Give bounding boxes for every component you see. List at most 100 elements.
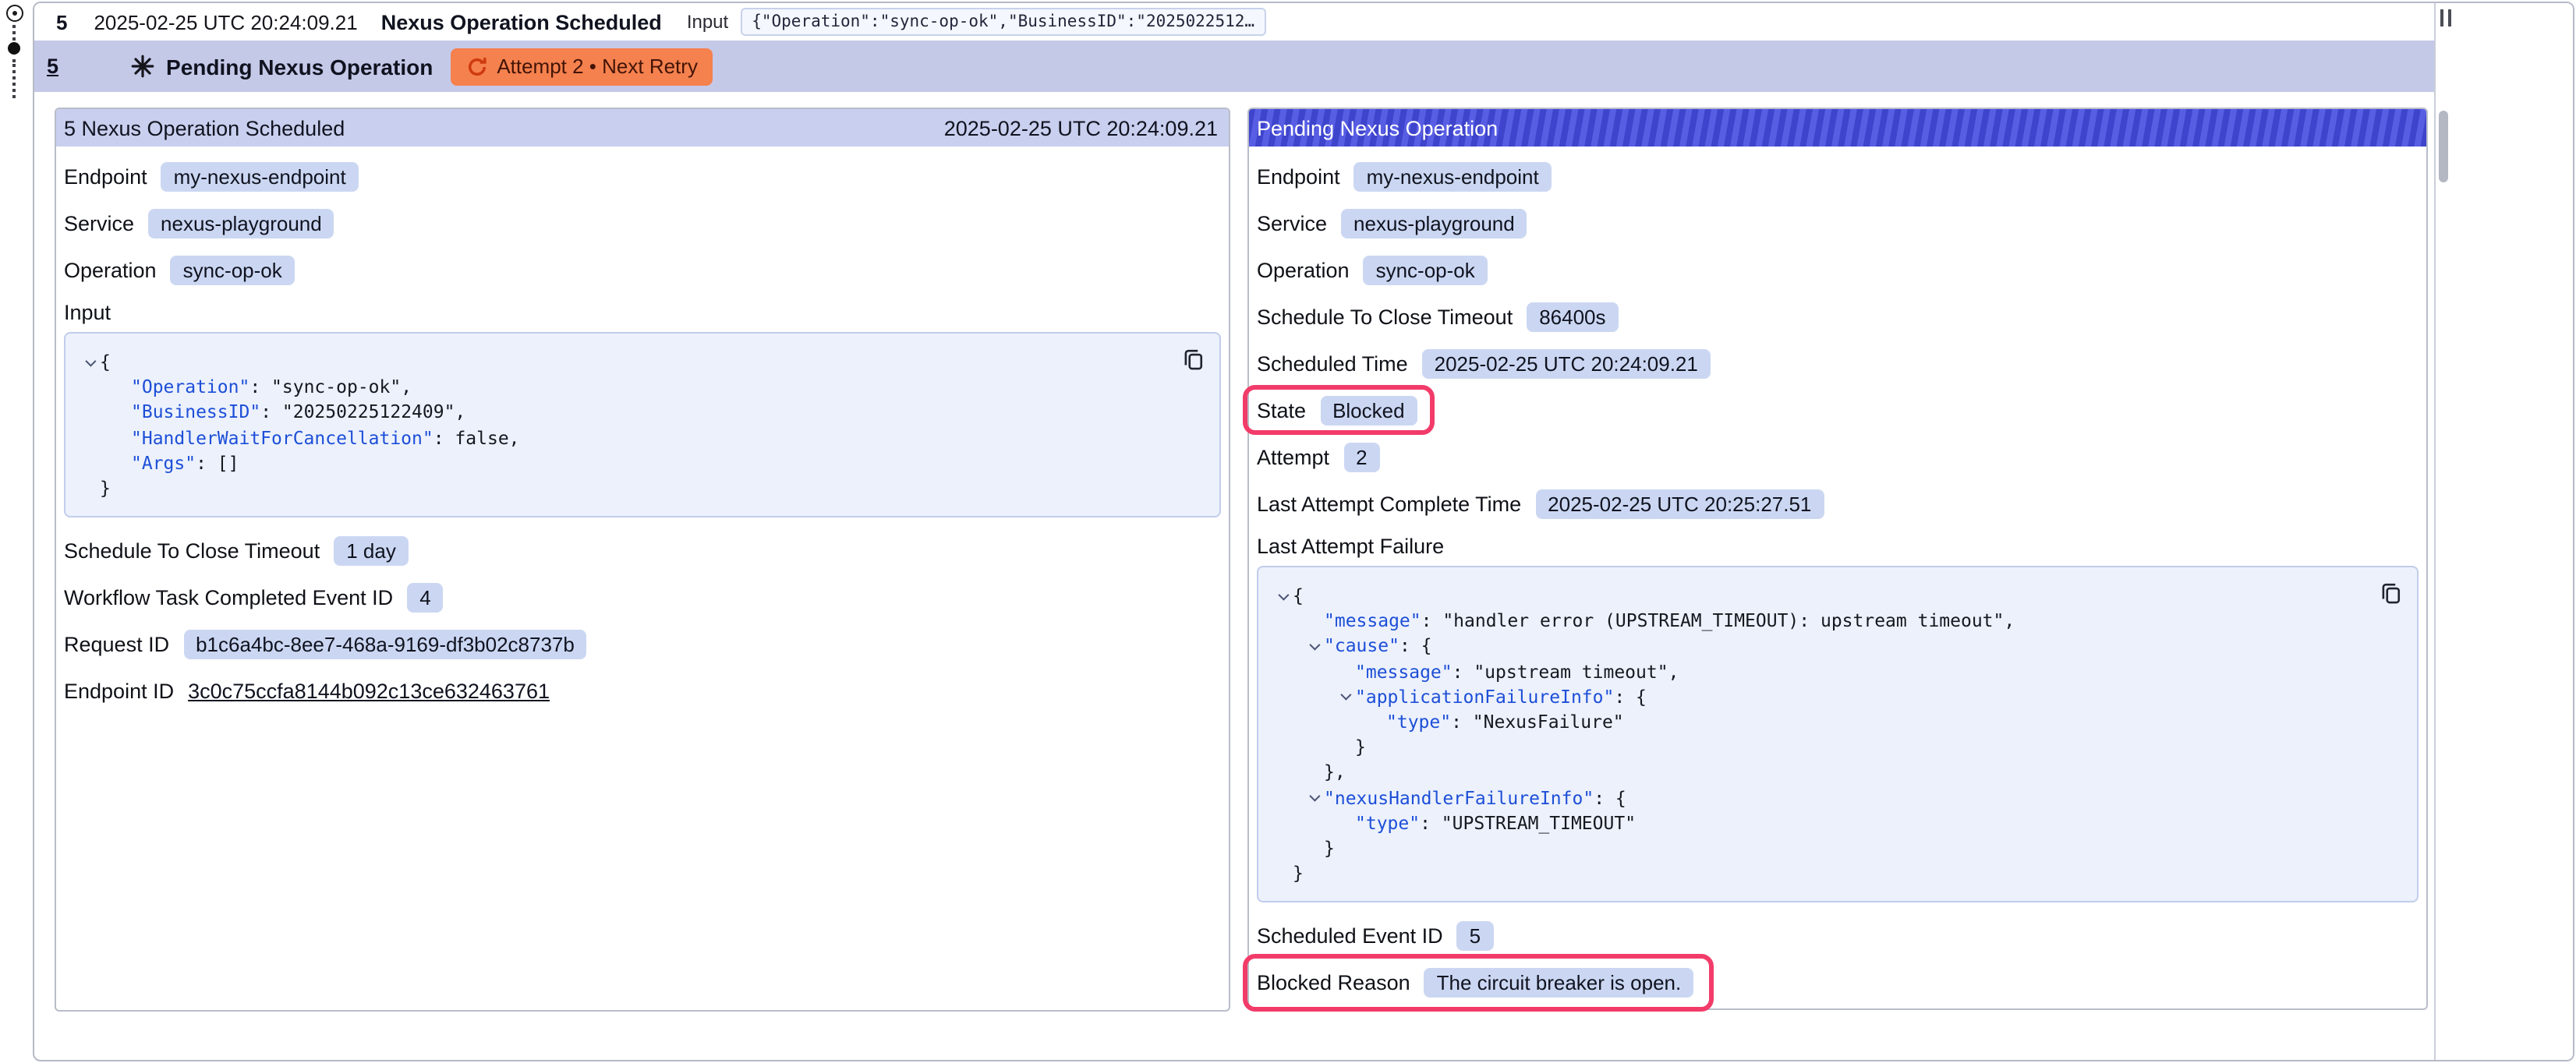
code-text: "message": "handler error (UPSTREAM_TIME… (1324, 608, 2015, 633)
event-title: Nexus Operation Scheduled (381, 10, 662, 34)
state-badge: Blocked (1320, 395, 1417, 425)
field-row-last-attempt-complete-time: Last Attempt Complete Time 2025-02-25 UT… (1257, 480, 2419, 527)
timeline-connector (12, 25, 16, 41)
chevron-spacer (1333, 659, 1355, 683)
field-value-badge: nexus-playground (148, 208, 334, 238)
refresh-icon (465, 55, 487, 77)
code-line: { (78, 349, 1173, 374)
event-timestamp: 2025-02-25 UTC 20:24:09.21 (94, 10, 357, 34)
field-row-operation: Operation sync-op-ok (64, 246, 1221, 293)
input-json-viewer: {"Operation": "sync-op-ok","BusinessID":… (64, 332, 1221, 517)
pending-asterisk-icon (130, 55, 154, 78)
copy-button[interactable] (2376, 578, 2404, 606)
code-line: "message": "handler error (UPSTREAM_TIME… (1271, 608, 2370, 633)
field-row-service: Service nexus-playground (1257, 200, 2419, 246)
field-value-badge: my-nexus-endpoint (161, 161, 359, 191)
field-value-badge: 1 day (334, 535, 409, 565)
failure-json-content: { "message": "handler error (UPSTREAM_TIM… (1271, 583, 2370, 886)
code-text: "applicationFailureInfo": { (1355, 684, 1647, 709)
pending-operation-panel: Pending Nexus Operation Endpoint my-nexu… (1247, 108, 2428, 1011)
field-label: Workflow Task Completed Event ID (64, 585, 393, 609)
event-input-preview-chip[interactable]: {"Operation":"sync-op-ok","BusinessID":"… (741, 8, 1265, 36)
collapse-chevron-icon[interactable] (1271, 583, 1293, 608)
event-history-panel: 5 2025-02-25 UTC 20:24:09.21 Nexus Opera… (33, 2, 2574, 1061)
code-text: "BusinessID": "20250225122409", (131, 400, 465, 425)
pending-operation-body: Endpoint my-nexus-endpoint Service nexus… (1249, 147, 2426, 1009)
field-label: Operation (64, 258, 157, 281)
field-label: Scheduled Time (1257, 351, 1408, 375)
field-label: Endpoint (1257, 164, 1340, 188)
field-label: Attempt (1257, 445, 1329, 468)
code-line: "cause": { (1271, 634, 2370, 659)
collapse-chevron-icon[interactable] (78, 349, 100, 374)
field-label: Endpoint ID (64, 679, 174, 702)
code-text: "cause": { (1324, 634, 1432, 659)
chevron-spacer (1364, 709, 1386, 734)
code-text: "Args": [] (131, 450, 239, 475)
event-input-label: Input (687, 11, 728, 33)
code-line: "message": "upstream timeout", (1271, 659, 2370, 683)
copy-icon (2379, 581, 2402, 604)
code-line: }, (1271, 760, 2370, 785)
copy-icon (1181, 347, 1205, 370)
field-label: State (1257, 398, 1306, 422)
event-detail-header-title: 5 Nexus Operation Scheduled (64, 116, 345, 139)
field-label: Blocked Reason (1257, 971, 1410, 994)
field-value-badge: 86400s (1527, 302, 1618, 331)
field-label: Operation (1257, 258, 1350, 281)
code-line: "type": "NexusFailure" (1271, 709, 2370, 734)
collapse-chevron-icon[interactable] (1302, 785, 1324, 810)
pending-nexus-operation-row[interactable]: 5 Pending Nexus Operation Attempt 2 • Ne… (34, 41, 2573, 92)
code-text: { (100, 349, 111, 374)
endpoint-id-link[interactable]: 3c0c75ccfa8144b092c13ce632463761 (188, 679, 550, 702)
field-value-badge: 2025-02-25 UTC 20:24:09.21 (1422, 348, 1711, 378)
temporal-event-history-screen: 5 2025-02-25 UTC 20:24:09.21 Nexus Opera… (0, 0, 2576, 1063)
field-value-badge: 5 (1457, 921, 1493, 951)
field-row-scheduled-time: Scheduled Time 2025-02-25 UTC 20:24:09.2… (1257, 340, 2419, 387)
chevron-spacer (109, 425, 131, 450)
scrollbar-thumb[interactable] (2439, 111, 2448, 182)
blocked-reason-badge: The circuit breaker is open. (1424, 968, 1694, 998)
field-label: Service (64, 211, 134, 235)
input-section-label: Input (64, 301, 111, 324)
field-label: Schedule To Close Timeout (1257, 305, 1513, 328)
code-text: { (1293, 583, 1304, 608)
chevron-spacer (1302, 608, 1324, 633)
code-line: "applicationFailureInfo": { (1271, 684, 2370, 709)
field-row-workflow-task-completed-event-id: Workflow Task Completed Event ID 4 (64, 574, 1221, 620)
code-line: { (1271, 583, 2370, 608)
chevron-spacer (78, 475, 100, 500)
code-line: "type": "UPSTREAM_TIMEOUT" (1271, 810, 2370, 835)
field-label: Schedule To Close Timeout (64, 539, 320, 562)
scrollbar-gutter (2434, 3, 2573, 1060)
code-line: "nexusHandlerFailureInfo": { (1271, 785, 2370, 810)
failure-json-viewer: { "message": "handler error (UPSTREAM_TIM… (1257, 566, 2419, 903)
field-value-badge: my-nexus-endpoint (1354, 161, 1552, 191)
retry-attempt-badge: Attempt 2 • Next Retry (450, 48, 713, 85)
code-text: "HandlerWaitForCancellation": false, (131, 425, 520, 450)
code-text: "message": "upstream timeout", (1355, 659, 1679, 683)
copy-button[interactable] (1179, 344, 1207, 373)
code-text: } (1324, 835, 1335, 860)
field-value-badge: 2025-02-25 UTC 20:25:27.51 (1535, 489, 1824, 518)
event-detail-header-timestamp: 2025-02-25 UTC 20:24:09.21 (944, 116, 1218, 139)
field-row-attempt: Attempt 2 (1257, 433, 2419, 480)
code-line: } (78, 475, 1173, 500)
collapse-chevron-icon[interactable] (1333, 684, 1355, 709)
field-row-state: State Blocked (1257, 387, 2419, 433)
field-row-endpoint: Endpoint my-nexus-endpoint (1257, 153, 2419, 200)
code-line: "Args": [] (78, 450, 1173, 475)
pending-event-id-link[interactable]: 5 (47, 55, 58, 78)
collapse-chevron-icon[interactable] (1302, 634, 1324, 659)
event-row-nexus-operation-scheduled[interactable]: 5 2025-02-25 UTC 20:24:09.21 Nexus Opera… (34, 3, 2573, 41)
field-value-badge: 4 (407, 582, 443, 612)
field-row-endpoint-id: Endpoint ID 3c0c75ccfa8144b092c13ce63246… (64, 667, 1221, 714)
field-label: Last Attempt Complete Time (1257, 492, 1521, 515)
timeline-connector (12, 59, 16, 98)
pending-row-title: Pending Nexus Operation (166, 54, 433, 79)
code-text: }, (1324, 760, 1346, 785)
timeline-node-icon (6, 5, 23, 22)
field-row-service: Service nexus-playground (64, 200, 1221, 246)
chevron-spacer (1271, 860, 1293, 885)
chevron-spacer (1333, 810, 1355, 835)
